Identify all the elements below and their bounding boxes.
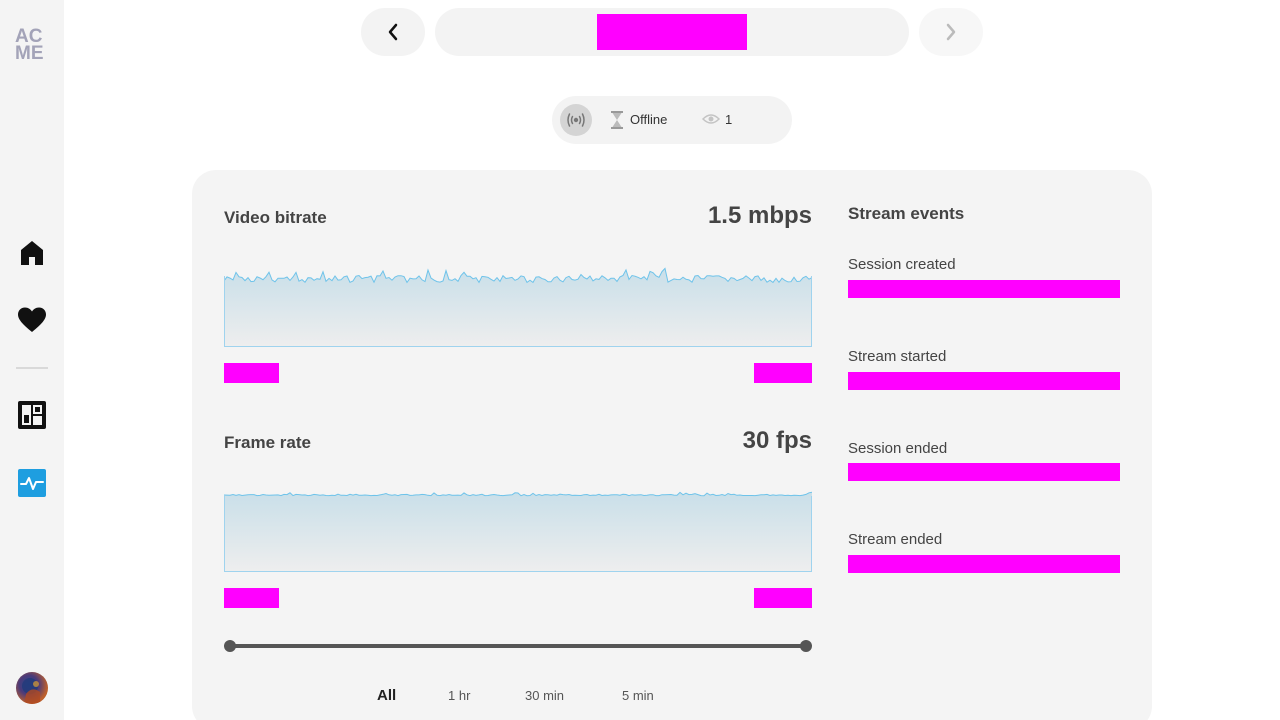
range-all[interactable]: All xyxy=(377,687,396,704)
redacted-framerate-start-time xyxy=(224,588,279,608)
redacted-bitrate-start-time xyxy=(224,363,279,383)
redacted-event-time xyxy=(848,555,1120,573)
chevron-right-icon xyxy=(946,23,956,41)
next-button[interactable] xyxy=(919,8,983,56)
framerate-value: 30 fps xyxy=(742,427,812,454)
nav-activity[interactable] xyxy=(16,467,48,499)
stream-title-bar xyxy=(435,8,909,56)
timeline-track[interactable] xyxy=(230,644,806,648)
heart-icon xyxy=(18,307,46,332)
logo-line-2: ME xyxy=(15,43,44,64)
event-stream-ended: Stream ended xyxy=(848,531,943,548)
dashboard-icon xyxy=(18,401,46,429)
sidebar-divider xyxy=(16,367,48,369)
range-5min[interactable]: 5 min xyxy=(622,688,654,703)
back-button[interactable] xyxy=(361,8,425,56)
nav-favorites[interactable] xyxy=(16,304,48,336)
logo[interactable]: AC ME xyxy=(15,27,49,64)
activity-icon xyxy=(18,469,46,497)
events-title: Stream events xyxy=(848,204,965,223)
framerate-title: Frame rate xyxy=(224,433,311,452)
stream-state: Offline xyxy=(630,112,668,127)
eye-icon xyxy=(702,114,720,124)
timeline-end-handle[interactable] xyxy=(800,640,812,652)
avatar[interactable] xyxy=(16,672,48,704)
range-1hr[interactable]: 1 hr xyxy=(448,688,470,703)
avatar-image xyxy=(22,678,40,704)
bitrate-value: 1.5 mbps xyxy=(707,202,812,229)
bitrate-chart xyxy=(223,261,813,347)
range-30min[interactable]: 30 min xyxy=(525,688,564,703)
framerate-sparkline xyxy=(223,491,813,572)
viewer-count: 1 xyxy=(725,112,733,127)
framerate-chart xyxy=(223,486,813,572)
redacted-stream-title xyxy=(597,14,747,50)
redacted-event-time xyxy=(848,463,1120,481)
home-icon xyxy=(21,241,43,265)
hourglass-icon xyxy=(611,111,623,129)
chevron-left-icon xyxy=(388,23,398,41)
stream-status-bar: Offline 1 xyxy=(552,96,792,144)
bitrate-title: Video bitrate xyxy=(224,208,327,227)
redacted-event-time xyxy=(848,372,1120,390)
event-session-ended: Session ended xyxy=(848,440,948,457)
event-session-created: Session created xyxy=(848,256,956,273)
broadcast-button[interactable] xyxy=(560,104,592,136)
sidebar: AC ME xyxy=(0,0,64,720)
bitrate-sparkline xyxy=(223,267,813,347)
nav-dashboard[interactable] xyxy=(16,399,48,431)
stream-stats-card: Video bitrate 1.5 mbps Frame rate 30 fps xyxy=(192,170,1152,720)
nav-home[interactable] xyxy=(16,237,48,269)
redacted-bitrate-end-time xyxy=(754,363,812,383)
broadcast-icon xyxy=(567,113,585,127)
event-stream-started: Stream started xyxy=(848,348,947,365)
redacted-framerate-end-time xyxy=(754,588,812,608)
redacted-event-time xyxy=(848,280,1120,298)
timeline-start-handle[interactable] xyxy=(224,640,236,652)
